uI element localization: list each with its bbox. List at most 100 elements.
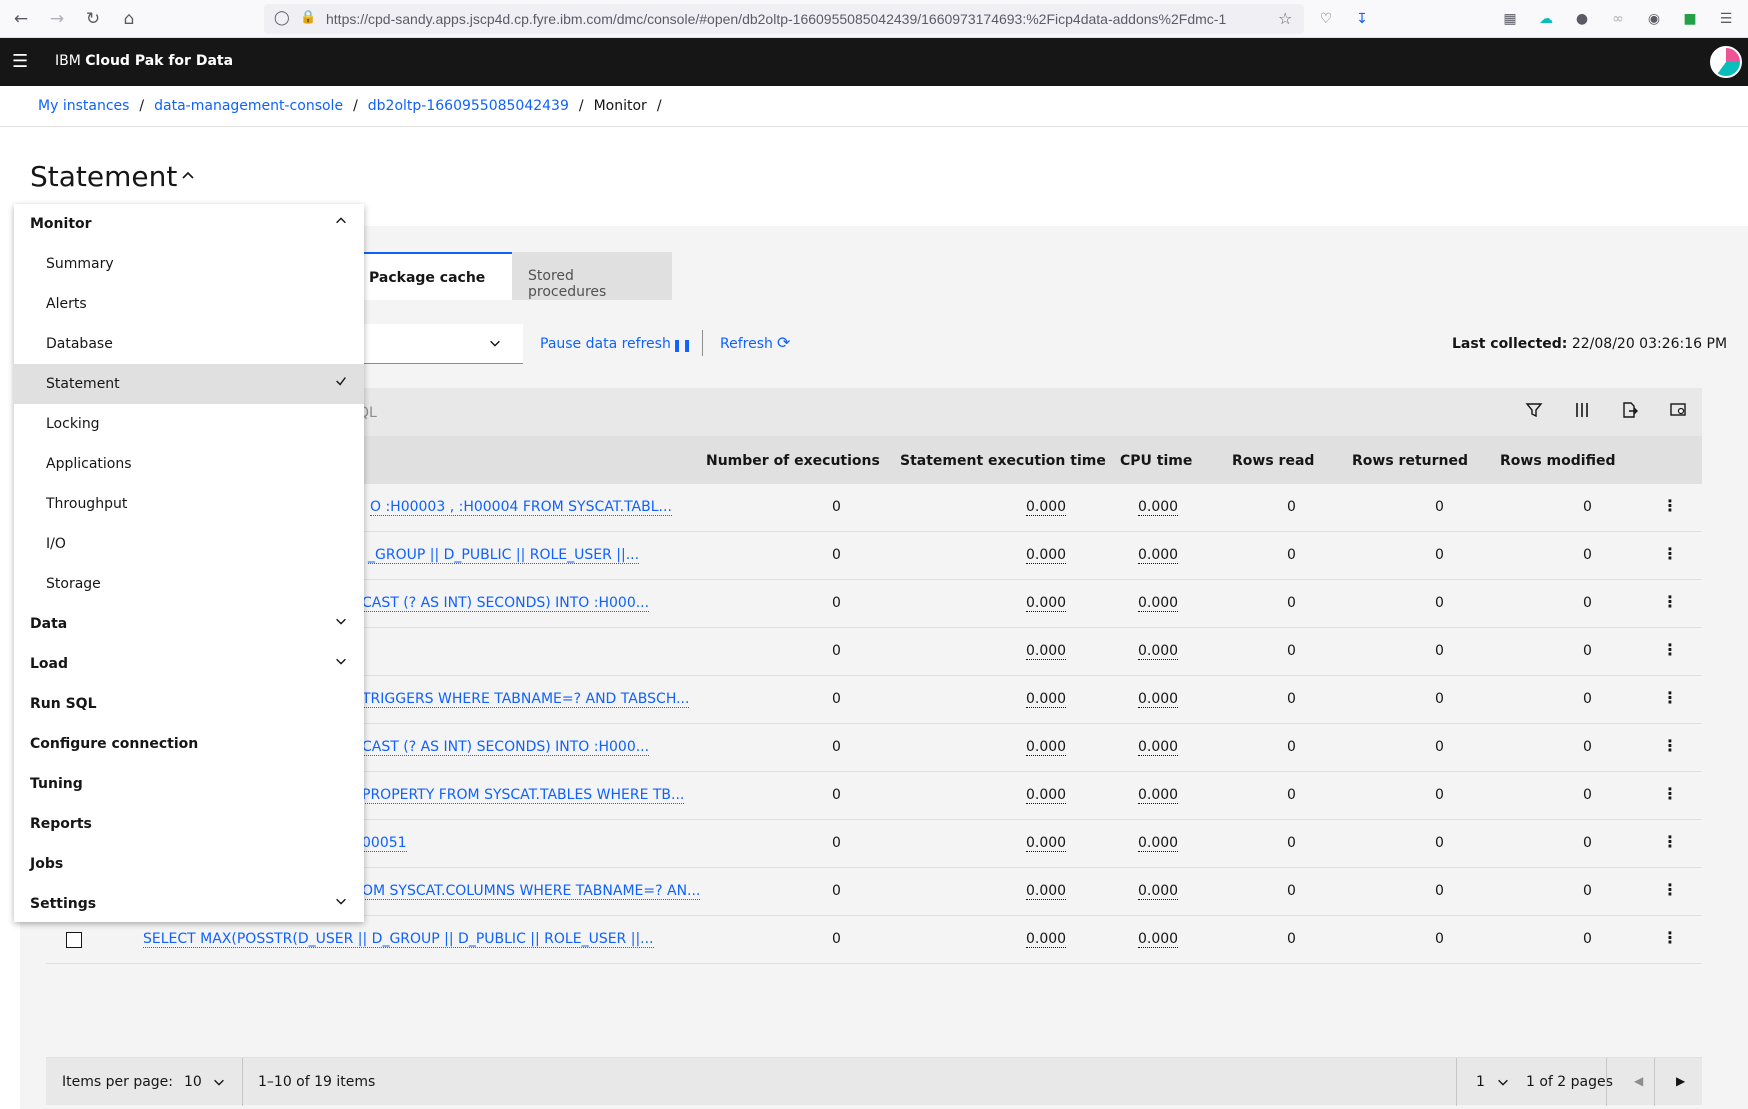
overflow-menu-icon[interactable]: ⋮ [1662, 544, 1678, 563]
breadcrumb-db2oltp[interactable]: db2oltp-1660955085042439 [368, 98, 569, 114]
statement-link[interactable]: _GROUP || D_PUBLIC || ROLE_USER ||... [368, 547, 640, 564]
overflow-menu-icon[interactable]: ⋮ [1662, 640, 1678, 659]
menu-item-alerts[interactable]: Alerts [14, 284, 364, 324]
avatar[interactable] [1710, 46, 1742, 78]
cpu-time-value[interactable]: 0.000 [1138, 595, 1179, 612]
extension-translate-icon[interactable]: ∞ [1608, 9, 1628, 29]
tab-package-cache[interactable]: Package cache [353, 252, 512, 300]
menu-item-summary[interactable]: Summary [14, 244, 364, 284]
back-icon[interactable]: ← [10, 8, 32, 30]
browser-menu-icon[interactable]: ☰ [1716, 9, 1736, 29]
overflow-menu-icon[interactable]: ⋮ [1662, 688, 1678, 707]
shield-icon[interactable]: ◯ [274, 10, 290, 26]
menu-item-run-sql[interactable]: Run SQL [14, 684, 364, 724]
url-bar[interactable]: ◯ 🔒 https://cpd-sandy.apps.jscp4d.cp.fyr… [264, 4, 1304, 34]
extension-circles-icon[interactable]: ● [1572, 9, 1592, 29]
cpu-time-value[interactable]: 0.000 [1138, 739, 1179, 756]
caret-right-icon[interactable]: ▶ [1676, 1074, 1685, 1088]
execution-time-value[interactable]: 0.000 [1026, 883, 1067, 900]
cpu-time-value[interactable]: 0.000 [1138, 691, 1179, 708]
cpu-time-value[interactable]: 0.000 [1138, 883, 1179, 900]
menu-item-configure-connection[interactable]: Configure connection [14, 724, 364, 764]
overflow-menu-icon[interactable]: ⋮ [1662, 592, 1678, 611]
overflow-menu-icon[interactable]: ⋮ [1662, 880, 1678, 899]
statement-link[interactable]: SELECT MAX(POSSTR(D_USER || D_GROUP || D… [143, 931, 654, 948]
chevron-down-icon[interactable] [212, 1075, 226, 1093]
breadcrumb-data-management-console[interactable]: data-management-console [154, 98, 343, 114]
refresh-icon[interactable]: ⟳ [777, 333, 790, 352]
bookmark-star-icon[interactable]: ☆ [1278, 9, 1292, 28]
chevron-down-icon[interactable] [488, 336, 502, 353]
overflow-menu-icon[interactable]: ⋮ [1662, 496, 1678, 515]
execution-time-value[interactable]: 0.000 [1026, 547, 1067, 564]
overflow-menu-icon[interactable]: ⋮ [1662, 784, 1678, 803]
page-select[interactable]: 1 [1476, 1074, 1485, 1090]
menu-item-load[interactable]: Load [14, 644, 364, 684]
statement-link[interactable]: CAST (? AS INT) SECONDS) INTO :H000... [362, 739, 650, 756]
row-checkbox[interactable] [66, 932, 82, 948]
menu-item-jobs[interactable]: Jobs [14, 844, 364, 884]
pause-data-refresh-button[interactable]: Pause data refresh [540, 336, 671, 352]
menu-item-locking[interactable]: Locking [14, 404, 364, 444]
column-header-execution-time[interactable]: Statement execution time [900, 453, 1106, 469]
statement-link[interactable]: CAST (? AS INT) SECONDS) INTO :H000... [362, 595, 650, 612]
extension-reader-icon[interactable]: ▦ [1500, 9, 1520, 29]
caret-left-icon[interactable]: ◀ [1634, 1074, 1643, 1088]
statement-link[interactable]: O :H00003 , :H00004 FROM SYSCAT.TABL... [370, 499, 672, 516]
column-header-cpu-time[interactable]: CPU time [1120, 453, 1192, 469]
forward-icon[interactable]: → [46, 8, 68, 30]
settings-table-icon[interactable] [1668, 401, 1688, 421]
menu-item-tuning[interactable]: Tuning [14, 764, 364, 804]
reload-icon[interactable]: ↻ [82, 8, 104, 30]
execution-time-value[interactable]: 0.000 [1026, 931, 1067, 948]
menu-item-data[interactable]: Data [14, 604, 364, 644]
extension-l-icon[interactable]: ◉ [1644, 9, 1664, 29]
execution-time-value[interactable]: 0.000 [1026, 643, 1067, 660]
column-header-rows-modified[interactable]: Rows modified [1500, 453, 1615, 469]
statement-link[interactable]: 00051 [362, 835, 407, 852]
menu-item-reports[interactable]: Reports [14, 804, 364, 844]
cpu-time-value[interactable]: 0.000 [1138, 643, 1179, 660]
page-title[interactable]: Statement [30, 160, 177, 193]
execution-time-value[interactable]: 0.000 [1026, 595, 1067, 612]
hamburger-menu-icon[interactable]: ☰ [12, 52, 34, 72]
breadcrumb-my-instances[interactable]: My instances [38, 98, 129, 114]
extension-green-icon[interactable]: ■ [1680, 9, 1700, 29]
home-icon[interactable]: ⌂ [118, 8, 140, 30]
column-header-executions[interactable]: Number of executions [706, 453, 880, 469]
extension-cloud-icon[interactable]: ☁ [1536, 9, 1556, 29]
execution-time-value[interactable]: 0.000 [1026, 499, 1067, 516]
menu-item-applications[interactable]: Applications [14, 444, 364, 484]
refresh-button[interactable]: Refresh [720, 336, 773, 352]
execution-time-value[interactable]: 0.000 [1026, 691, 1067, 708]
statement-link[interactable]: OM SYSCAT.COLUMNS WHERE TABNAME=? AN... [362, 883, 701, 900]
overflow-menu-icon[interactable]: ⋮ [1662, 928, 1678, 947]
chevron-down-icon[interactable] [1496, 1075, 1510, 1093]
cpu-time-value[interactable]: 0.000 [1138, 499, 1179, 516]
menu-item-throughput[interactable]: Throughput [14, 484, 364, 524]
cpu-time-value[interactable]: 0.000 [1138, 787, 1179, 804]
items-per-page-select[interactable]: 10 [184, 1074, 202, 1090]
download-icon[interactable]: ↧ [1352, 9, 1372, 29]
pocket-icon[interactable]: ♡ [1316, 9, 1336, 29]
cpu-time-value[interactable]: 0.000 [1138, 835, 1179, 852]
menu-item-storage[interactable]: Storage [14, 564, 364, 604]
execution-time-value[interactable]: 0.000 [1026, 787, 1067, 804]
overflow-menu-icon[interactable]: ⋮ [1662, 736, 1678, 755]
filter-icon[interactable] [1524, 401, 1544, 421]
menu-item-statement[interactable]: Statement [14, 364, 364, 404]
lock-icon[interactable]: 🔒 [300, 10, 316, 25]
url-text[interactable]: https://cpd-sandy.apps.jscp4d.cp.fyre.ib… [326, 11, 1266, 27]
execution-time-value[interactable]: 0.000 [1026, 739, 1067, 756]
tab-stored-procedures[interactable]: Stored procedures [512, 252, 672, 300]
brand-name[interactable]: IBM Cloud Pak for Data [55, 53, 233, 69]
pause-icon[interactable]: ❚❚ [672, 338, 692, 352]
column-header-rows-returned[interactable]: Rows returned [1352, 453, 1468, 469]
overflow-menu-icon[interactable]: ⋮ [1662, 832, 1678, 851]
export-icon[interactable] [1620, 401, 1640, 421]
menu-item-i-o[interactable]: I/O [14, 524, 364, 564]
cpu-time-value[interactable]: 0.000 [1138, 931, 1179, 948]
column-header-rows-read[interactable]: Rows read [1232, 453, 1314, 469]
menu-item-monitor[interactable]: Monitor [14, 204, 364, 244]
columns-icon[interactable] [1572, 401, 1592, 421]
